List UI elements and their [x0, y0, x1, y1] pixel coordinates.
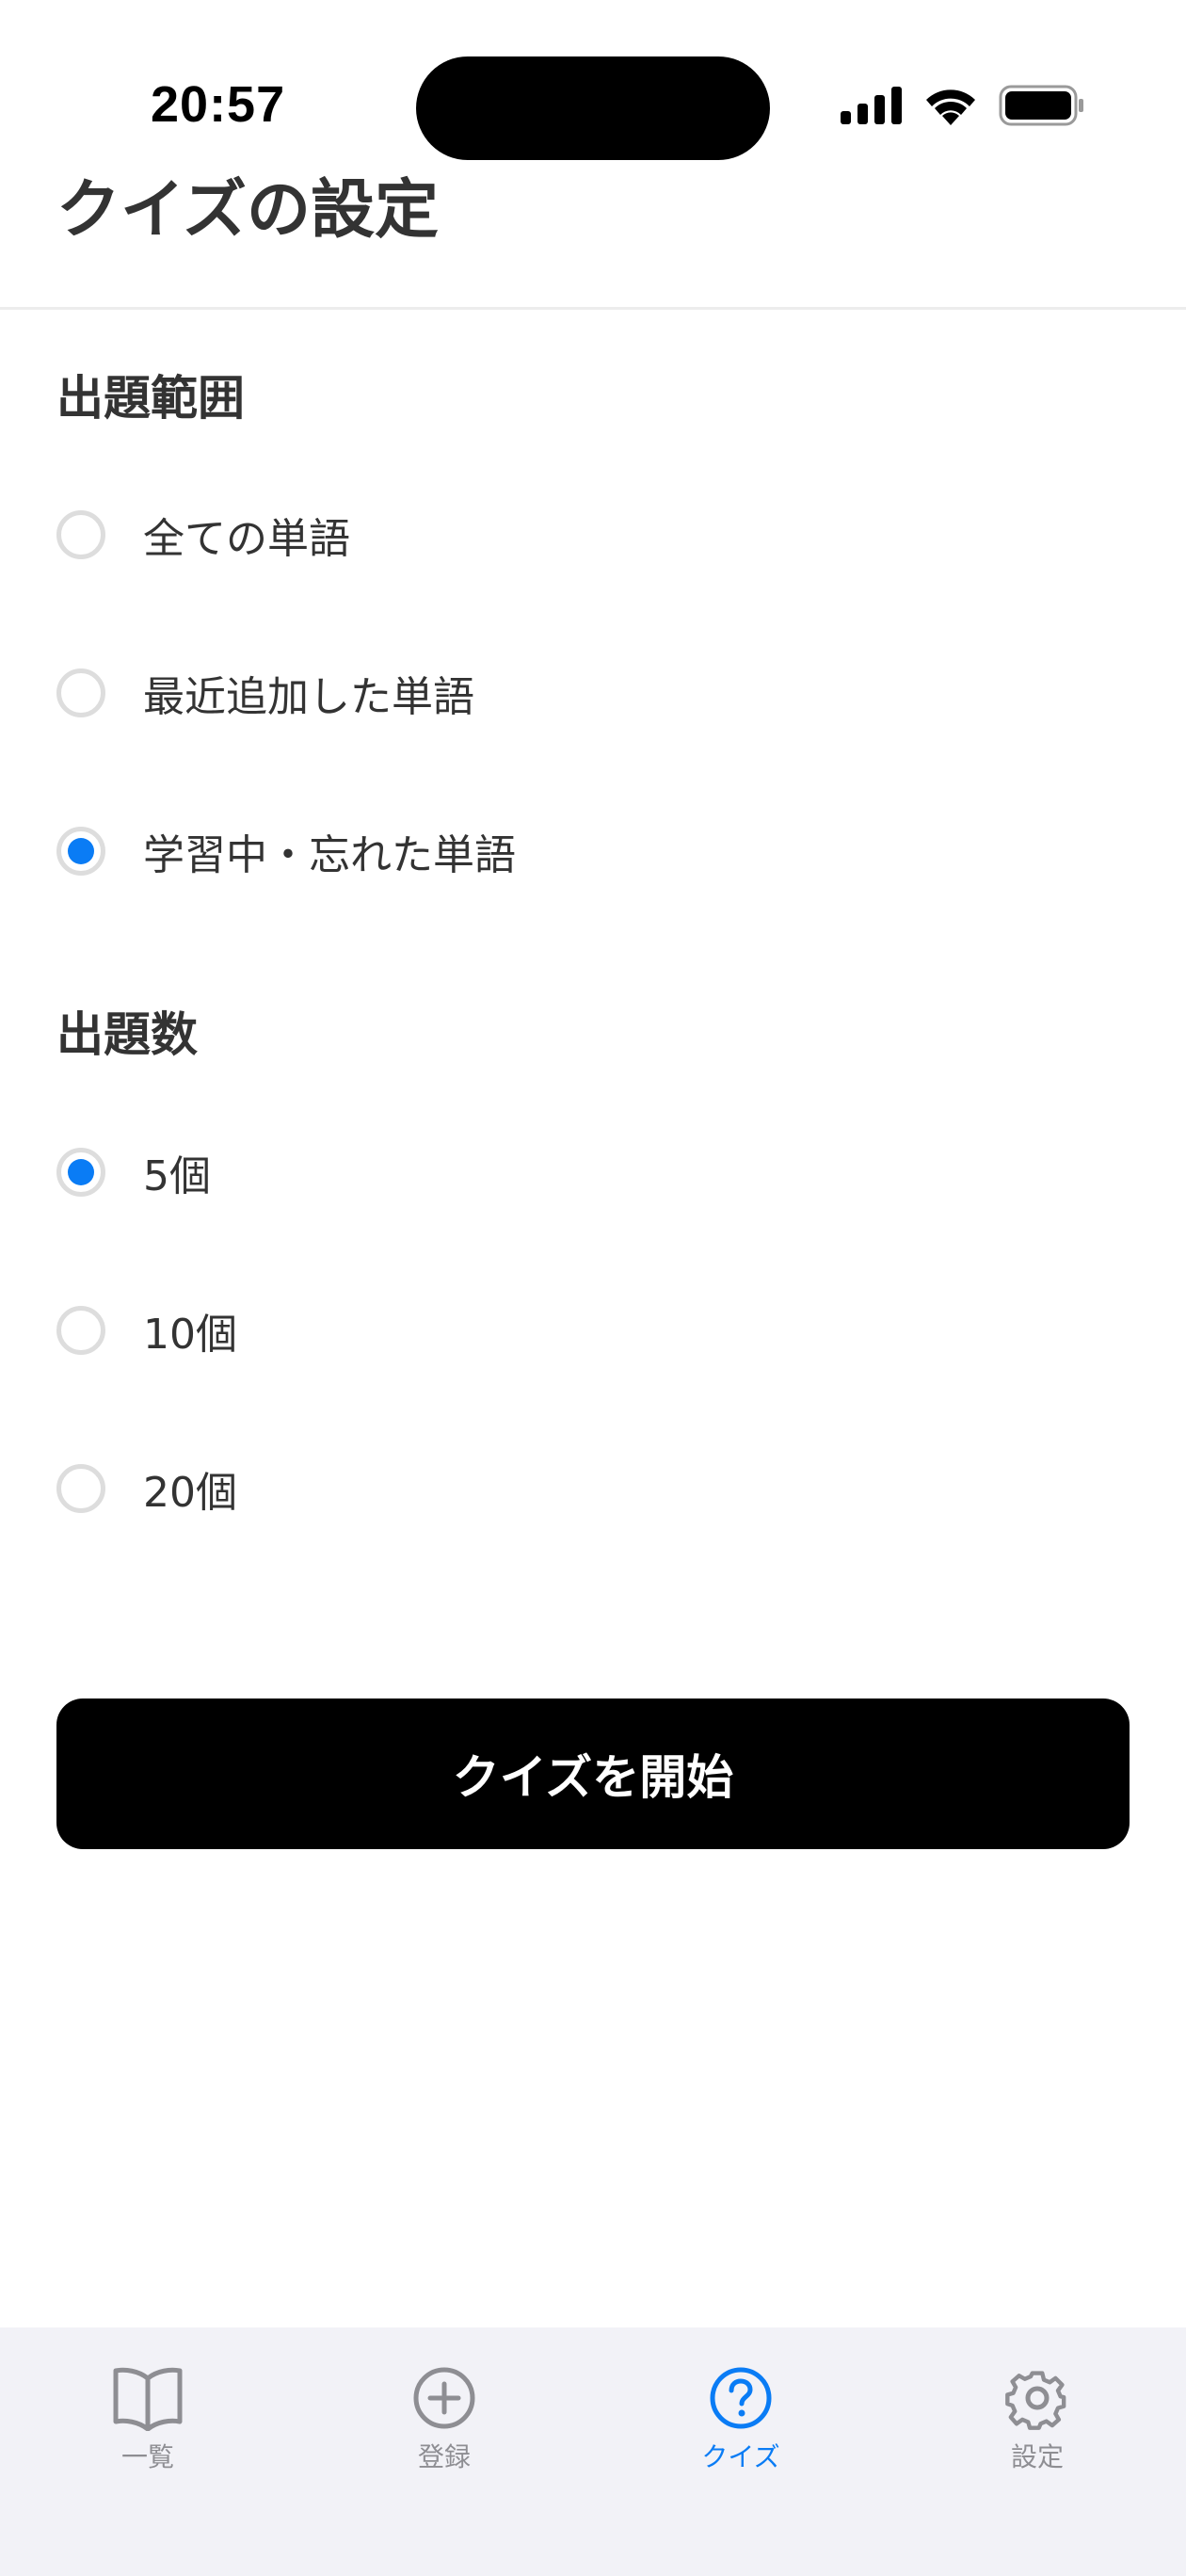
count-option-20[interactable]: 20個	[56, 1441, 1130, 1536]
dynamic-island	[416, 56, 770, 160]
radio-button[interactable]	[56, 668, 105, 717]
tab-settings[interactable]: 設定	[943, 2365, 1131, 2474]
range-option-learning[interactable]: 学習中・忘れた単語	[56, 804, 1130, 898]
count-option-5[interactable]: 5個	[56, 1125, 1130, 1219]
plus-circle-icon	[413, 2367, 475, 2429]
tab-label: 登録	[417, 2441, 471, 2472]
radio-button-selected[interactable]	[56, 827, 105, 876]
range-section-title: 出題範囲	[56, 371, 245, 426]
book-icon	[113, 2367, 183, 2431]
tab-register[interactable]: 登録	[350, 2365, 538, 2474]
range-option-all[interactable]: 全ての単語	[56, 488, 1130, 582]
header-divider	[0, 307, 1186, 310]
start-quiz-button[interactable]: クイズを開始	[56, 1699, 1130, 1849]
range-option-recent[interactable]: 最近追加した単語	[56, 646, 1130, 740]
radio-label: 全ての単語	[143, 515, 350, 563]
tab-quiz[interactable]: クイズ	[647, 2365, 835, 2474]
tab-label: 一覧	[120, 2441, 174, 2472]
radio-button[interactable]	[56, 1464, 105, 1513]
status-time: 20:57	[151, 76, 286, 133]
radio-button[interactable]	[56, 1306, 105, 1355]
tab-list[interactable]: 一覧	[54, 2365, 242, 2474]
radio-button-selected[interactable]	[56, 1148, 105, 1197]
radio-label: 最近追加した単語	[143, 673, 474, 721]
radio-label: 学習中・忘れた単語	[143, 831, 516, 879]
tab-bar: 一覧 登録 クイズ 設定	[0, 2327, 1186, 2576]
status-icons	[841, 85, 1085, 126]
gear-icon	[1005, 2371, 1066, 2430]
count-section-title: 出題数	[56, 1007, 198, 1062]
signal-icon	[841, 87, 902, 124]
battery-icon	[999, 85, 1083, 126]
count-option-10[interactable]: 10個	[56, 1283, 1130, 1377]
tab-label: クイズ	[701, 2441, 780, 2472]
page-title: クイズの設定	[56, 173, 439, 248]
radio-label: 10個	[143, 1311, 237, 1359]
tab-label: 設定	[1010, 2441, 1064, 2472]
question-circle-icon	[710, 2367, 772, 2429]
radio-label: 5個	[143, 1152, 211, 1200]
wifi-icon	[926, 89, 975, 125]
radio-label: 20個	[143, 1469, 237, 1517]
radio-button[interactable]	[56, 510, 105, 559]
